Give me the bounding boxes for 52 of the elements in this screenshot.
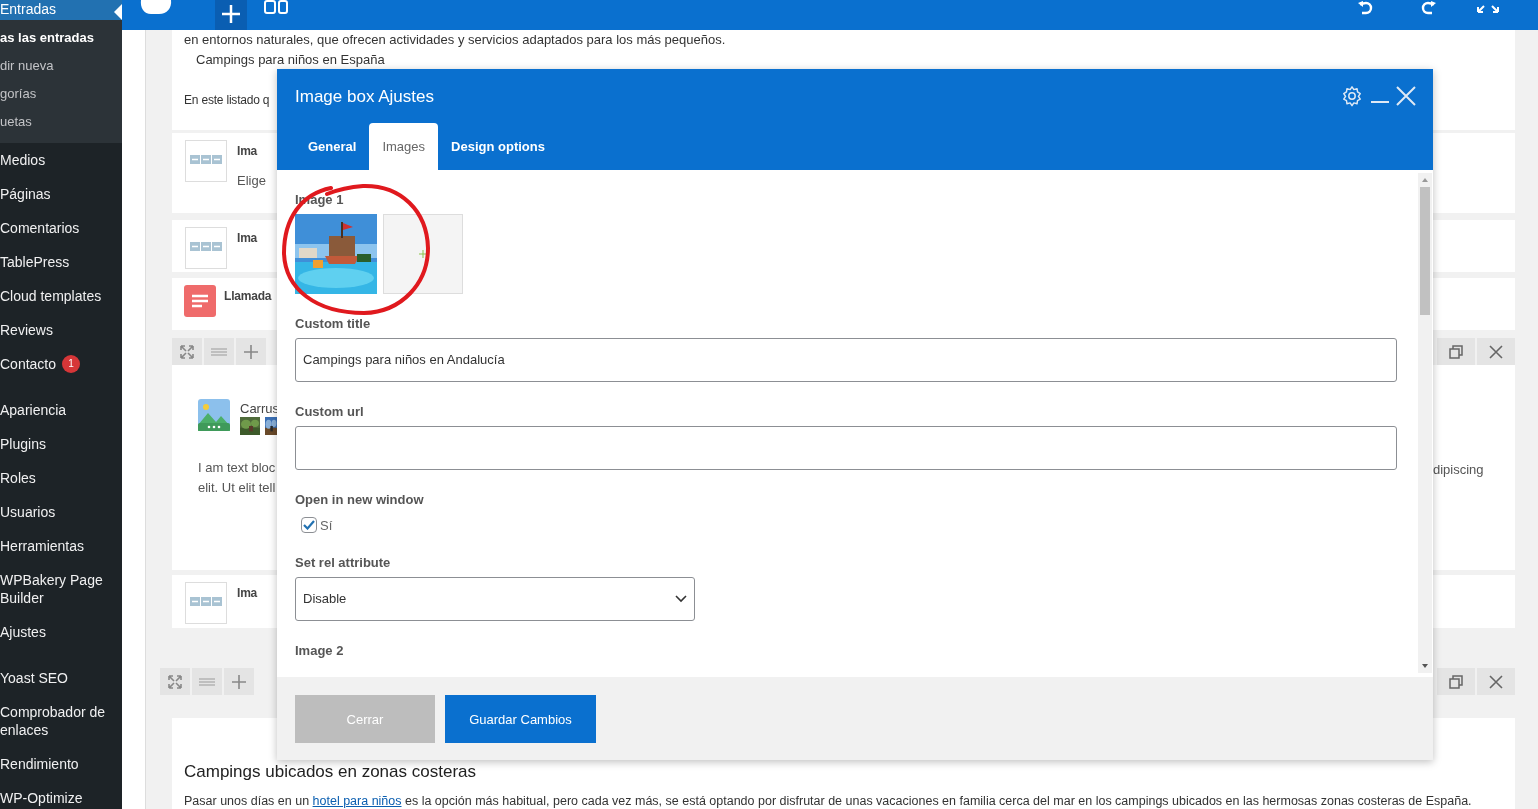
checkbox-label: Sí bbox=[320, 517, 333, 533]
sidebar-item[interactable]: WP-Optimize bbox=[0, 789, 83, 807]
sidebar-item[interactable]: Reviews bbox=[0, 321, 53, 339]
submenu-item[interactable]: as las entradas bbox=[0, 24, 122, 52]
paragraph-text: elit. Ut elit tell bbox=[198, 479, 276, 497]
field-label: Custom url bbox=[295, 404, 364, 420]
paragraph-text: En este listado q bbox=[184, 93, 270, 107]
tab[interactable]: Design options bbox=[438, 123, 558, 170]
sidebar-item[interactable]: Yoast SEO bbox=[0, 669, 68, 687]
sidebar-item[interactable]: Comprobador de enlaces bbox=[0, 703, 118, 739]
sidebar-item[interactable]: Entradas bbox=[0, 0, 122, 20]
sidebar-item[interactable]: Páginas bbox=[0, 185, 51, 203]
element-title: Carrus bbox=[240, 401, 279, 416]
paragraph-text: Pasar unos días en un hotel para niños es la opción más habitual, pero cada vez más, se está optando por disfrutar de unas vacaciones en familia cerca del mar en los campings ubicados en las hermosas zonas costeras de España. bbox=[184, 794, 1472, 808]
element-title: Llamada bbox=[224, 289, 272, 303]
count-badge: 1 bbox=[62, 355, 81, 373]
sidebar-item[interactable]: Comentarios bbox=[0, 219, 80, 237]
sidebar-item[interactable]: Medios bbox=[0, 151, 46, 169]
sidebar-item[interactable]: TablePress bbox=[0, 253, 70, 271]
submenu-item[interactable]: dir nueva bbox=[0, 52, 122, 80]
paragraph-text: dipiscing bbox=[1433, 462, 1484, 477]
sidebar-item[interactable]: Herramientas bbox=[0, 537, 85, 555]
sidebar-item[interactable]: Plugins bbox=[0, 435, 46, 453]
tab[interactable]: General bbox=[295, 123, 370, 170]
sidebar-item[interactable]: Ajustes bbox=[0, 623, 46, 641]
sidebar-item[interactable]: Roles bbox=[0, 469, 36, 487]
select-field[interactable]: Disable bbox=[295, 577, 695, 621]
text-input[interactable]: Campings para niños en Andalucía bbox=[295, 338, 1397, 382]
link[interactable]: hotel para niños bbox=[312, 794, 402, 808]
paragraph-text: en entornos naturales, que ofrecen actividades y servicios adaptados para los más pequeños. bbox=[184, 31, 727, 48]
field-label: Open in new window bbox=[295, 492, 424, 508]
sidebar-item[interactable]: Rendimiento bbox=[0, 755, 79, 773]
save-button[interactable]: Guardar Cambios bbox=[445, 695, 596, 743]
sidebar-item[interactable]: Apariencia bbox=[0, 401, 67, 419]
section-heading: Campings ubicados en zonas costeras bbox=[184, 762, 476, 782]
element-title: Ima bbox=[237, 586, 258, 600]
element-description: Elige bbox=[237, 173, 266, 188]
paragraph-text: I am text bloc bbox=[198, 459, 276, 477]
field-label: Custom title bbox=[295, 316, 371, 332]
dialog-title: Image box Ajustes bbox=[295, 87, 434, 107]
subtitle-text: Campings para niños en España bbox=[196, 52, 385, 67]
sidebar-item[interactable]: WPBakery Page Builder bbox=[0, 571, 118, 607]
element-title: Ima bbox=[237, 231, 258, 245]
submenu-item[interactable]: gorías bbox=[0, 80, 122, 108]
submenu-item[interactable]: uetas bbox=[0, 108, 122, 136]
field-label: Image 2 bbox=[295, 643, 344, 659]
field-label: Set rel attribute bbox=[295, 555, 391, 571]
sidebar-item[interactable]: Usuarios bbox=[0, 503, 56, 521]
sidebar-item[interactable]: Contacto bbox=[0, 355, 57, 373]
sidebar-item[interactable]: Cloud templates bbox=[0, 287, 102, 305]
tab[interactable]: Images bbox=[369, 123, 439, 170]
element-title: Ima bbox=[237, 144, 258, 158]
